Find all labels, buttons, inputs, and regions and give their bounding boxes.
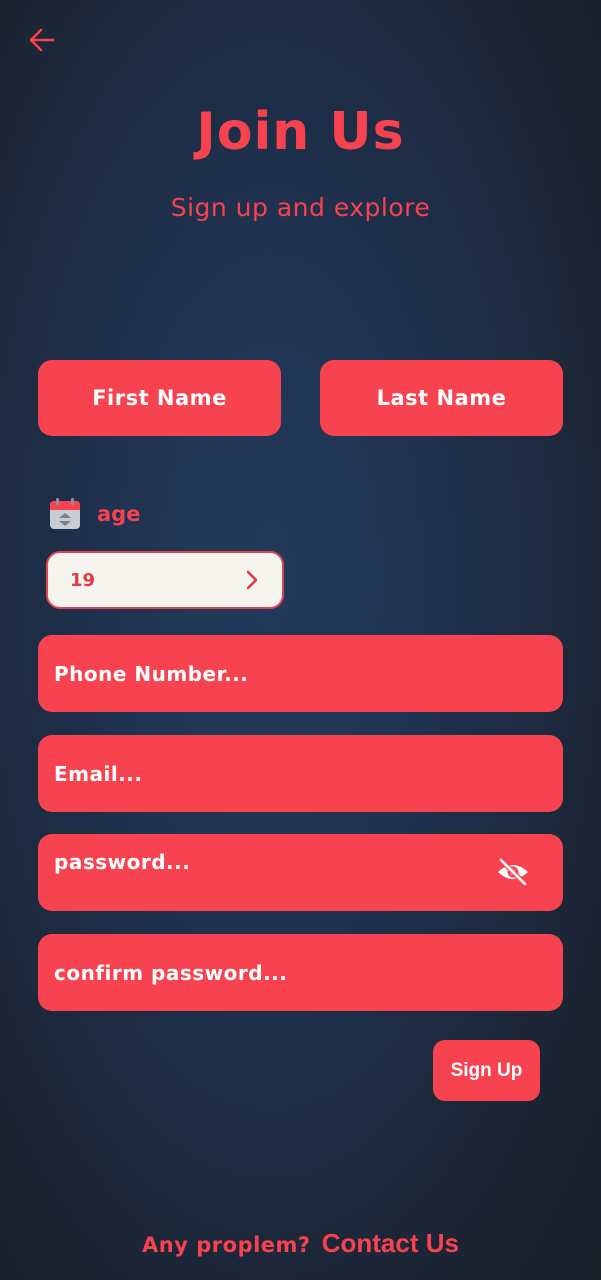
age-select[interactable]: 19 xyxy=(46,551,284,609)
phone-number-field[interactable]: Phone Number... xyxy=(38,635,563,712)
email-placeholder: Email... xyxy=(54,761,143,786)
chevron-right-icon xyxy=(246,570,258,590)
age-value: 19 xyxy=(70,569,96,591)
password-placeholder: password... xyxy=(54,850,191,874)
page-subtitle: Sign up and explore xyxy=(170,193,431,222)
password-visibility-toggle[interactable] xyxy=(493,854,533,890)
page-title: Join Us xyxy=(196,102,405,162)
contact-us-link[interactable]: Contact Us xyxy=(322,1228,459,1258)
age-label: age xyxy=(97,502,141,526)
calendar-icon xyxy=(50,498,80,529)
confirm-password-field[interactable]: confirm password... xyxy=(38,934,563,1011)
sign-up-button[interactable]: Sign Up xyxy=(433,1040,540,1101)
confirm-password-placeholder: confirm password... xyxy=(54,960,288,985)
first-name-field[interactable]: First Name xyxy=(38,360,281,436)
email-field[interactable]: Email... xyxy=(38,735,563,812)
last-name-field[interactable]: Last Name xyxy=(320,360,563,436)
footer: Any proplem? Contact Us xyxy=(0,1228,601,1259)
password-field[interactable]: password... xyxy=(38,834,563,911)
eye-off-icon xyxy=(498,857,528,887)
phone-number-placeholder: Phone Number... xyxy=(54,661,249,686)
footer-question: Any proplem? xyxy=(142,1233,311,1257)
arrow-left-icon xyxy=(29,28,55,52)
back-button[interactable] xyxy=(26,24,58,56)
age-label-row: age xyxy=(48,497,140,531)
